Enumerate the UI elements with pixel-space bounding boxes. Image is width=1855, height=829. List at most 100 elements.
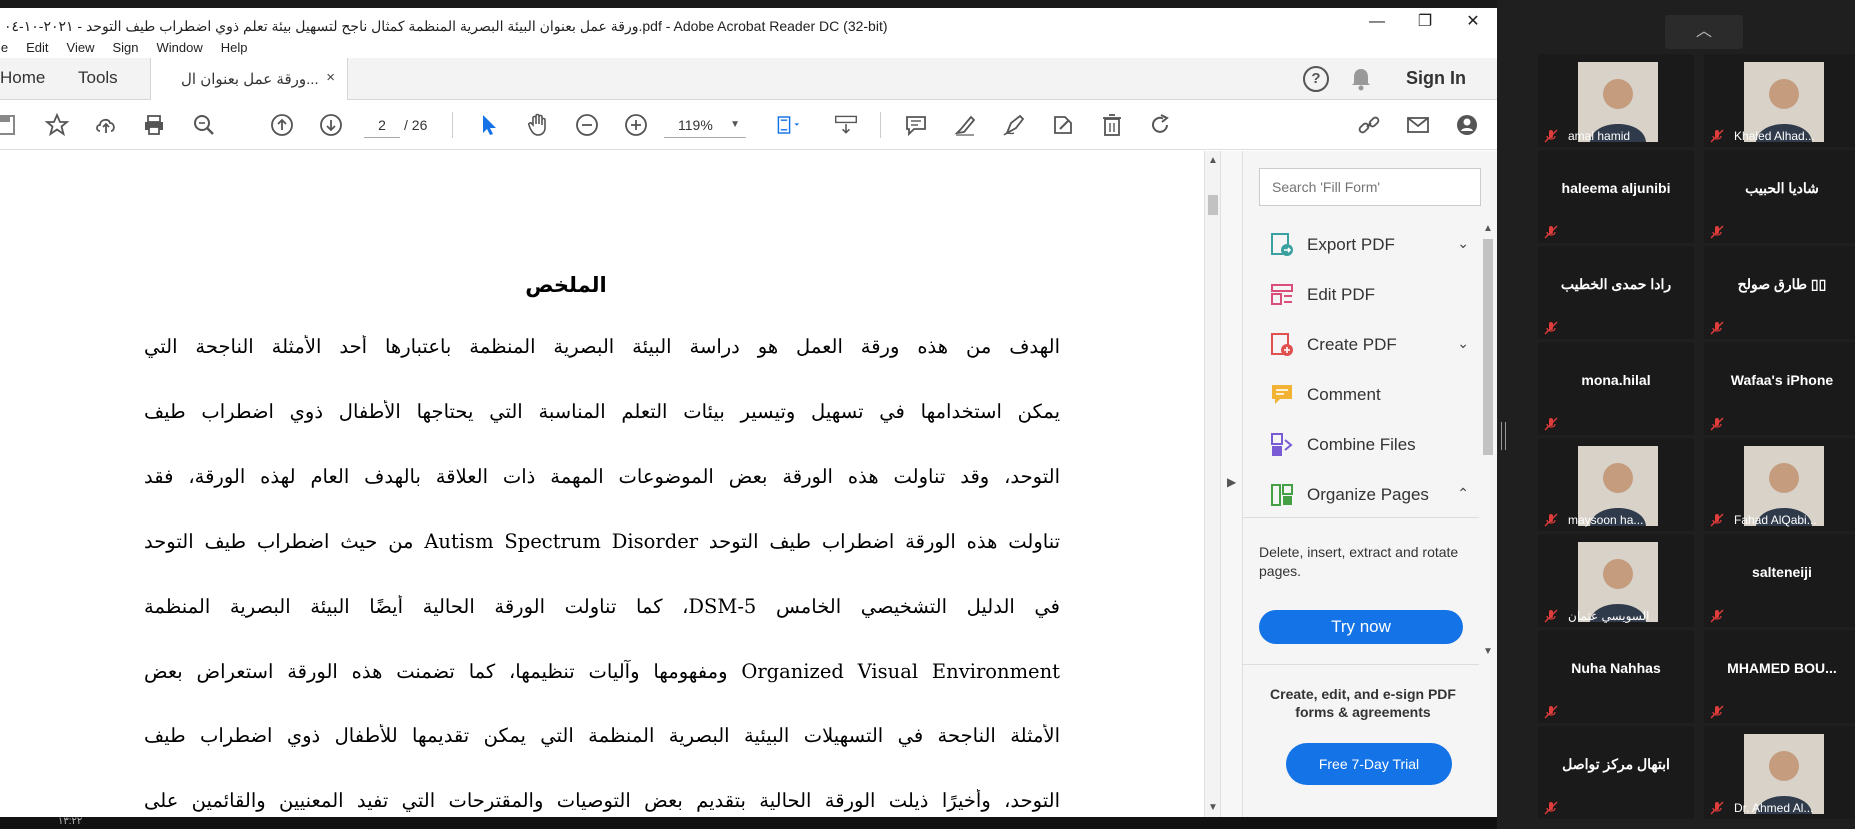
tool-comment[interactable]: Comment xyxy=(1269,377,1469,413)
participant-tile[interactable]: salteneiji xyxy=(1704,534,1855,627)
fit-page-icon[interactable] xyxy=(768,112,808,138)
notification-bell-icon[interactable] xyxy=(1350,67,1372,96)
menu-window[interactable]: Window xyxy=(157,40,203,55)
scroll-thumb[interactable] xyxy=(1208,195,1218,215)
splitter-grip[interactable] xyxy=(1501,422,1506,450)
scroll-up-icon[interactable]: ▲ xyxy=(1208,155,1218,166)
pane-collapse-strip[interactable]: ▶ xyxy=(1220,151,1242,817)
participant-tile[interactable]: MHAMED BOU... xyxy=(1704,630,1855,723)
tab-home[interactable]: Home xyxy=(0,68,45,88)
tool-export-pdf[interactable]: Export PDF ⌄ xyxy=(1269,227,1469,263)
muted-mic-icon xyxy=(1544,417,1558,431)
hand-tool-icon[interactable] xyxy=(525,112,551,138)
scroll-mode-icon[interactable] xyxy=(830,112,862,138)
email-icon[interactable] xyxy=(1405,112,1431,138)
participant-tile[interactable]: Fahad AlQabi... xyxy=(1704,438,1855,531)
comment-icon[interactable] xyxy=(903,112,929,138)
select-cursor-icon[interactable] xyxy=(476,112,502,138)
zoom-out-icon[interactable] xyxy=(574,112,600,138)
participant-tile[interactable]: ابتهال مركز تواصل xyxy=(1538,726,1694,819)
combine-files-icon xyxy=(1271,433,1293,456)
menu-file[interactable]: le xyxy=(0,40,8,55)
zoom-level-select[interactable]: 119% ▼ xyxy=(664,112,746,138)
fill-form-search-input[interactable] xyxy=(1259,168,1481,206)
taskbar-strip: ١٣:٢٢ xyxy=(0,816,1497,829)
participant-tile[interactable]: Nuha Nahhas xyxy=(1538,630,1694,723)
save-icon[interactable] xyxy=(0,112,18,138)
gallery-page-up-button[interactable]: ︿ xyxy=(1665,15,1743,49)
sign-in-button[interactable]: Sign In xyxy=(1406,68,1466,89)
next-page-icon[interactable] xyxy=(318,112,344,138)
add-user-icon[interactable] xyxy=(1454,112,1480,138)
tool-edit-pdf[interactable]: Edit PDF xyxy=(1269,277,1469,313)
scroll-thumb[interactable] xyxy=(1483,239,1493,455)
organize-pages-description: Delete, insert, extract and rotate pages… xyxy=(1259,544,1459,579)
print-icon[interactable] xyxy=(141,112,167,138)
chevron-right-icon[interactable]: ▶ xyxy=(1227,475,1236,489)
document-view[interactable]: الملخص الهدف من هذه ورقة العمل هو دراسة … xyxy=(0,151,1204,817)
window-splitter[interactable] xyxy=(1497,0,1537,829)
chevron-up-icon[interactable]: ⌃ xyxy=(1457,485,1469,502)
participant-tile[interactable]: maysoon ha... xyxy=(1538,438,1694,531)
chevron-down-icon: ▼ xyxy=(730,119,740,130)
search-zoom-icon[interactable] xyxy=(191,112,217,138)
video-gallery: ︿ amal hamid Khaled Alhad... haleema aljun… xyxy=(1538,0,1855,829)
document-scrollbar[interactable]: ▲ ▼ xyxy=(1204,151,1220,817)
page-number-input[interactable]: 2 xyxy=(364,112,400,138)
share-link-icon[interactable] xyxy=(1356,112,1382,138)
draw-icon[interactable] xyxy=(1001,112,1027,138)
participant-tile[interactable]: Khaled Alhad... xyxy=(1704,54,1855,147)
participant-tile[interactable]: طارق صولح ▯▯ xyxy=(1704,246,1855,339)
scroll-down-icon[interactable]: ▼ xyxy=(1483,646,1493,657)
tools-pane-scrollbar[interactable]: ▲ ▼ xyxy=(1479,223,1497,657)
tab-close-icon[interactable]: × xyxy=(326,69,335,86)
restore-button[interactable]: ❐ xyxy=(1401,8,1449,36)
zoom-in-icon[interactable] xyxy=(623,112,649,138)
pane-divider xyxy=(1243,517,1479,518)
rotate-icon[interactable] xyxy=(1147,112,1173,138)
free-trial-button[interactable]: Free 7-Day Trial xyxy=(1286,743,1452,785)
help-icon[interactable]: ? xyxy=(1303,66,1329,92)
muted-mic-icon xyxy=(1544,705,1558,719)
fill-sign-icon[interactable] xyxy=(1050,112,1076,138)
participant-tile[interactable]: Dr. Ahmed Al... xyxy=(1704,726,1855,819)
participant-tile[interactable]: شاديا الحبيب xyxy=(1704,150,1855,243)
bookmark-star-icon[interactable] xyxy=(44,112,70,138)
close-button[interactable]: ✕ xyxy=(1449,8,1497,36)
upload-cloud-icon[interactable] xyxy=(93,112,119,138)
menu-view[interactable]: View xyxy=(67,40,95,55)
participant-tile[interactable]: رادا حمدى الخطيب xyxy=(1538,246,1694,339)
minimize-button[interactable]: — xyxy=(1353,8,1401,36)
menu-sign[interactable]: Sign xyxy=(112,40,138,55)
scroll-up-icon[interactable]: ▲ xyxy=(1483,223,1493,234)
participant-tile[interactable]: amal hamid xyxy=(1538,54,1694,147)
abstract-line: تناولت هذه الورقة اضطراب طيف التوحد Auti… xyxy=(144,530,1060,553)
participant-tile[interactable]: mona.hilal xyxy=(1538,342,1694,435)
menu-bar: le Edit View Sign Window Help xyxy=(0,36,266,58)
participant-tile[interactable]: Wafaa's iPhone xyxy=(1704,342,1855,435)
participant-name: طارق صولح ▯▯ xyxy=(1737,276,1827,292)
delete-trash-icon[interactable] xyxy=(1099,112,1125,138)
acrobat-window: ورقة عمل بعنوان البيئة البصرية المنظمة ك… xyxy=(0,0,1497,817)
chevron-down-icon[interactable]: ⌄ xyxy=(1457,235,1469,252)
tool-combine-files[interactable]: Combine Files xyxy=(1269,427,1469,463)
menu-edit[interactable]: Edit xyxy=(26,40,48,55)
tab-document[interactable]: ورقة عمل بعنوان ال... × xyxy=(150,58,348,100)
tab-tools[interactable]: Tools xyxy=(78,68,118,88)
tool-create-pdf[interactable]: Create PDF ⌄ xyxy=(1269,327,1469,363)
scroll-down-icon[interactable]: ▼ xyxy=(1208,802,1218,813)
previous-page-icon[interactable] xyxy=(269,112,295,138)
menu-help[interactable]: Help xyxy=(221,40,248,55)
tool-organize-pages[interactable]: Organize Pages ⌃ xyxy=(1269,477,1469,513)
muted-mic-icon xyxy=(1710,225,1724,239)
participant-tile[interactable]: السويسي عثمان xyxy=(1538,534,1694,627)
zoom-level-value: 119% xyxy=(678,117,713,133)
chevron-down-icon[interactable]: ⌄ xyxy=(1457,335,1469,352)
try-now-button[interactable]: Try now xyxy=(1259,610,1463,644)
edit-pdf-icon xyxy=(1271,284,1293,305)
abstract-line: Organized Visual Environment ومفهومها وآ… xyxy=(144,660,1060,683)
highlight-pen-icon[interactable] xyxy=(952,112,978,138)
participant-tile[interactable]: haleema aljunibi xyxy=(1538,150,1694,243)
tool-label: Combine Files xyxy=(1307,435,1416,454)
toolbar-divider xyxy=(452,112,453,138)
